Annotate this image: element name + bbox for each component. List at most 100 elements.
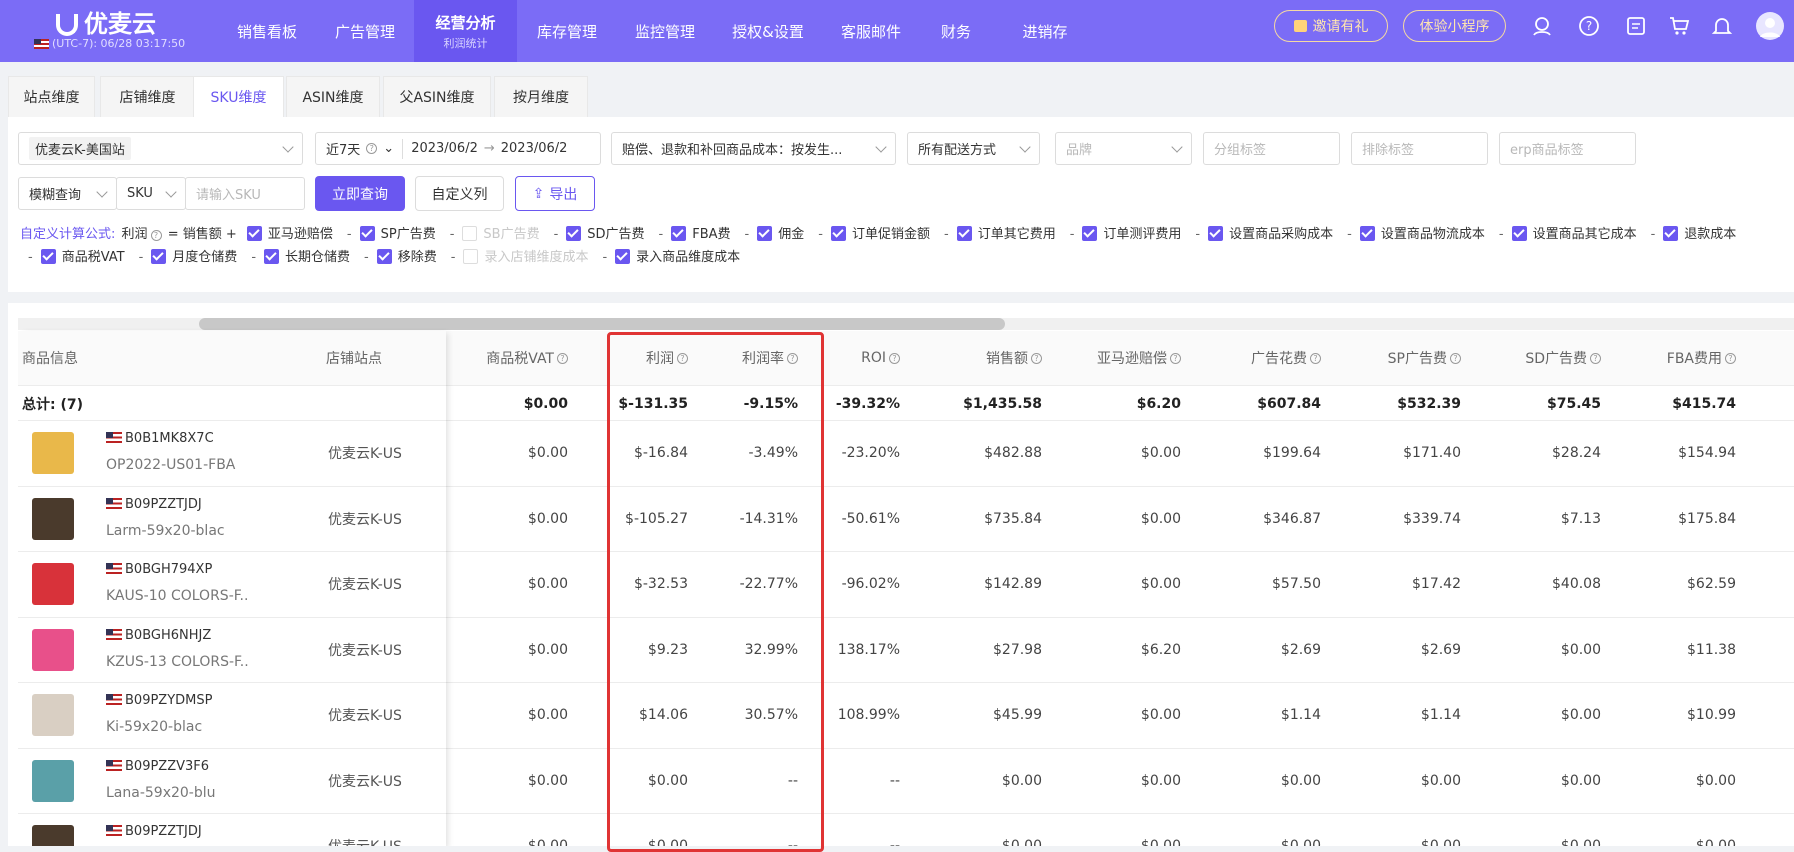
app-logo[interactable]: 优麦云: [56, 4, 176, 38]
table-row[interactable]: B09PZZTJDJ Larm-59x20-blac 优麦云K-US $0.00 $-1…: [18, 487, 1794, 552]
formula-item[interactable]: 商品税VAT: [40, 246, 125, 269]
col-header[interactable]: 广告花费?: [1188, 331, 1321, 385]
table-row[interactable]: B09PZZTJDJ优麦云K-US$0.00$0.00----$0.00$0.0…: [18, 814, 1794, 846]
checkbox-icon[interactable]: [151, 249, 167, 264]
formula-item[interactable]: SD广告费: [566, 223, 645, 246]
table-row[interactable]: B0BGH6NHJZ KZUS-13 COLORS-F.. 优麦云K-US $0.00…: [18, 618, 1794, 683]
product-thumbnail[interactable]: [32, 432, 74, 474]
checkbox-icon[interactable]: [376, 249, 392, 264]
col-header[interactable]: 亚马逊赔偿?: [1048, 331, 1181, 385]
nav-inventory[interactable]: 库存管理: [522, 0, 612, 62]
cost-mode-select[interactable]: 赔偿、退款和补回商品成本：按发生...: [611, 132, 896, 165]
nav-business-analysis[interactable]: 经营分析 利润统计: [414, 0, 517, 62]
product-thumbnail[interactable]: [32, 825, 74, 846]
asin-link[interactable]: B0B1MK8X7C: [106, 431, 214, 446]
col-header[interactable]: 利润?: [578, 331, 688, 385]
checkbox-icon[interactable]: [1511, 226, 1527, 241]
group-tag-input[interactable]: 分组标签: [1203, 132, 1340, 165]
formula-item[interactable]: 亚马逊赔偿: [246, 223, 333, 246]
checkbox-icon[interactable]: [757, 226, 773, 241]
checkbox-icon[interactable]: [566, 226, 582, 241]
formula-item[interactable]: 订单促销金额: [830, 223, 930, 246]
nav-sales-dashboard[interactable]: 销售看板: [222, 0, 312, 62]
checkbox-icon[interactable]: [463, 249, 479, 264]
exclude-tag-input[interactable]: 排除标签: [1351, 132, 1488, 165]
custom-columns-button[interactable]: 自定义列: [415, 176, 504, 211]
bell-icon[interactable]: [1710, 14, 1734, 38]
formula-item[interactable]: 录入店铺维度成本: [463, 246, 588, 269]
brand-select[interactable]: 品牌: [1055, 132, 1192, 165]
table-row[interactable]: B09PZZV3F6 Lana-59x20-blu 优麦云K-US $0.00 $0.0…: [18, 749, 1794, 814]
query-mode-select[interactable]: 模糊查询: [18, 177, 117, 210]
sku-input[interactable]: 请输入SKU: [185, 177, 305, 210]
checkbox-icon[interactable]: [1359, 226, 1375, 241]
col-header[interactable]: ROI?: [808, 331, 900, 385]
checkbox-icon[interactable]: [1082, 226, 1098, 241]
nav-service-mail[interactable]: 客服邮件: [826, 0, 916, 62]
product-thumbnail[interactable]: [32, 563, 74, 605]
tab-sku[interactable]: SKU维度: [193, 76, 284, 117]
col-header[interactable]: SD广告费?: [1468, 331, 1601, 385]
product-thumbnail[interactable]: [32, 628, 74, 671]
help-icon[interactable]: ?: [1577, 14, 1601, 38]
tab-asin[interactable]: ASIN维度: [286, 76, 380, 117]
col-header[interactable]: SP广告费?: [1328, 331, 1461, 385]
col-header[interactable]: 销售额?: [908, 331, 1042, 385]
product-thumbnail[interactable]: [32, 497, 74, 540]
table-row[interactable]: B0BGH794XP KAUS-10 COLORS-F.. 优麦云K-US $0.00…: [18, 552, 1794, 618]
avatar-icon[interactable]: [1756, 12, 1784, 40]
product-thumbnail[interactable]: [32, 759, 74, 802]
checkbox-icon[interactable]: [1663, 226, 1679, 241]
formula-item[interactable]: 退款成本: [1663, 223, 1736, 246]
asin-link[interactable]: B0BGH794XP: [106, 562, 212, 577]
miniapp-button[interactable]: 体验小程序: [1403, 10, 1506, 42]
formula-item[interactable]: 月度仓储费: [151, 246, 237, 269]
formula-item[interactable]: SB广告费: [462, 223, 540, 246]
formula-item[interactable]: 设置商品其它成本: [1511, 223, 1637, 246]
formula-item[interactable]: FBA费: [671, 223, 731, 246]
tab-store[interactable]: 店铺维度: [100, 76, 195, 117]
tab-monthly[interactable]: 按月维度: [494, 76, 588, 117]
shipping-select[interactable]: 所有配送方式: [907, 132, 1040, 165]
checkbox-icon[interactable]: [1208, 226, 1224, 241]
checkbox-icon[interactable]: [359, 226, 375, 241]
invite-button[interactable]: 邀请有礼: [1274, 10, 1388, 42]
col-product-info[interactable]: 商品信息: [22, 331, 78, 385]
product-thumbnail[interactable]: [32, 694, 74, 736]
nav-auth-settings[interactable]: 授权&设置: [718, 0, 818, 62]
erp-tag-input[interactable]: erp商品标签: [1499, 132, 1636, 165]
nav-ads[interactable]: 广告管理: [320, 0, 410, 62]
nav-monitor[interactable]: 监控管理: [620, 0, 710, 62]
asin-link[interactable]: B09PZZV3F6: [106, 759, 209, 774]
formula-item[interactable]: 移除费: [376, 246, 437, 269]
checkbox-icon[interactable]: [830, 226, 846, 241]
formula-item[interactable]: 设置商品物流成本: [1359, 223, 1485, 246]
col-header[interactable]: 利润率?: [688, 331, 798, 385]
message-icon[interactable]: [1624, 14, 1648, 38]
export-button[interactable]: ⇪ 导出: [515, 176, 595, 211]
formula-item[interactable]: 订单测评费用: [1082, 223, 1181, 246]
checkbox-icon[interactable]: [956, 226, 972, 241]
nav-finance[interactable]: 财务: [926, 0, 986, 62]
nav-purchase-sales[interactable]: 进销存: [1000, 0, 1090, 62]
checkbox-icon[interactable]: [246, 226, 262, 241]
scrollbar-thumb[interactable]: [199, 318, 1005, 330]
formula-item[interactable]: 设置商品采购成本: [1208, 223, 1333, 246]
formula-item[interactable]: 佣金: [757, 223, 804, 246]
cart-icon[interactable]: [1667, 14, 1691, 38]
checkbox-icon[interactable]: [671, 226, 687, 241]
field-select[interactable]: SKU: [116, 177, 186, 210]
shop-select[interactable]: 优麦云K-美国站: [18, 132, 303, 165]
query-button[interactable]: 立即查询: [315, 176, 405, 211]
asin-link[interactable]: B09PZZTJDJ: [106, 497, 202, 512]
col-header[interactable]: 商品税VAT?: [433, 331, 568, 385]
asin-link[interactable]: B0BGH6NHJZ: [106, 628, 211, 643]
col-shop-site[interactable]: 店铺站点: [326, 331, 382, 385]
checkbox-icon[interactable]: [40, 249, 56, 264]
tab-site[interactable]: 站点维度: [8, 76, 95, 117]
headset-icon[interactable]: [1530, 14, 1554, 38]
table-row[interactable]: B0B1MK8X7C OP2022-US01-FBA 优麦云K-US $0.00 $-1…: [18, 421, 1794, 487]
checkbox-icon[interactable]: [462, 226, 478, 241]
asin-link[interactable]: B09PZYDMSP: [106, 693, 212, 708]
formula-item[interactable]: 订单其它费用: [956, 223, 1056, 246]
